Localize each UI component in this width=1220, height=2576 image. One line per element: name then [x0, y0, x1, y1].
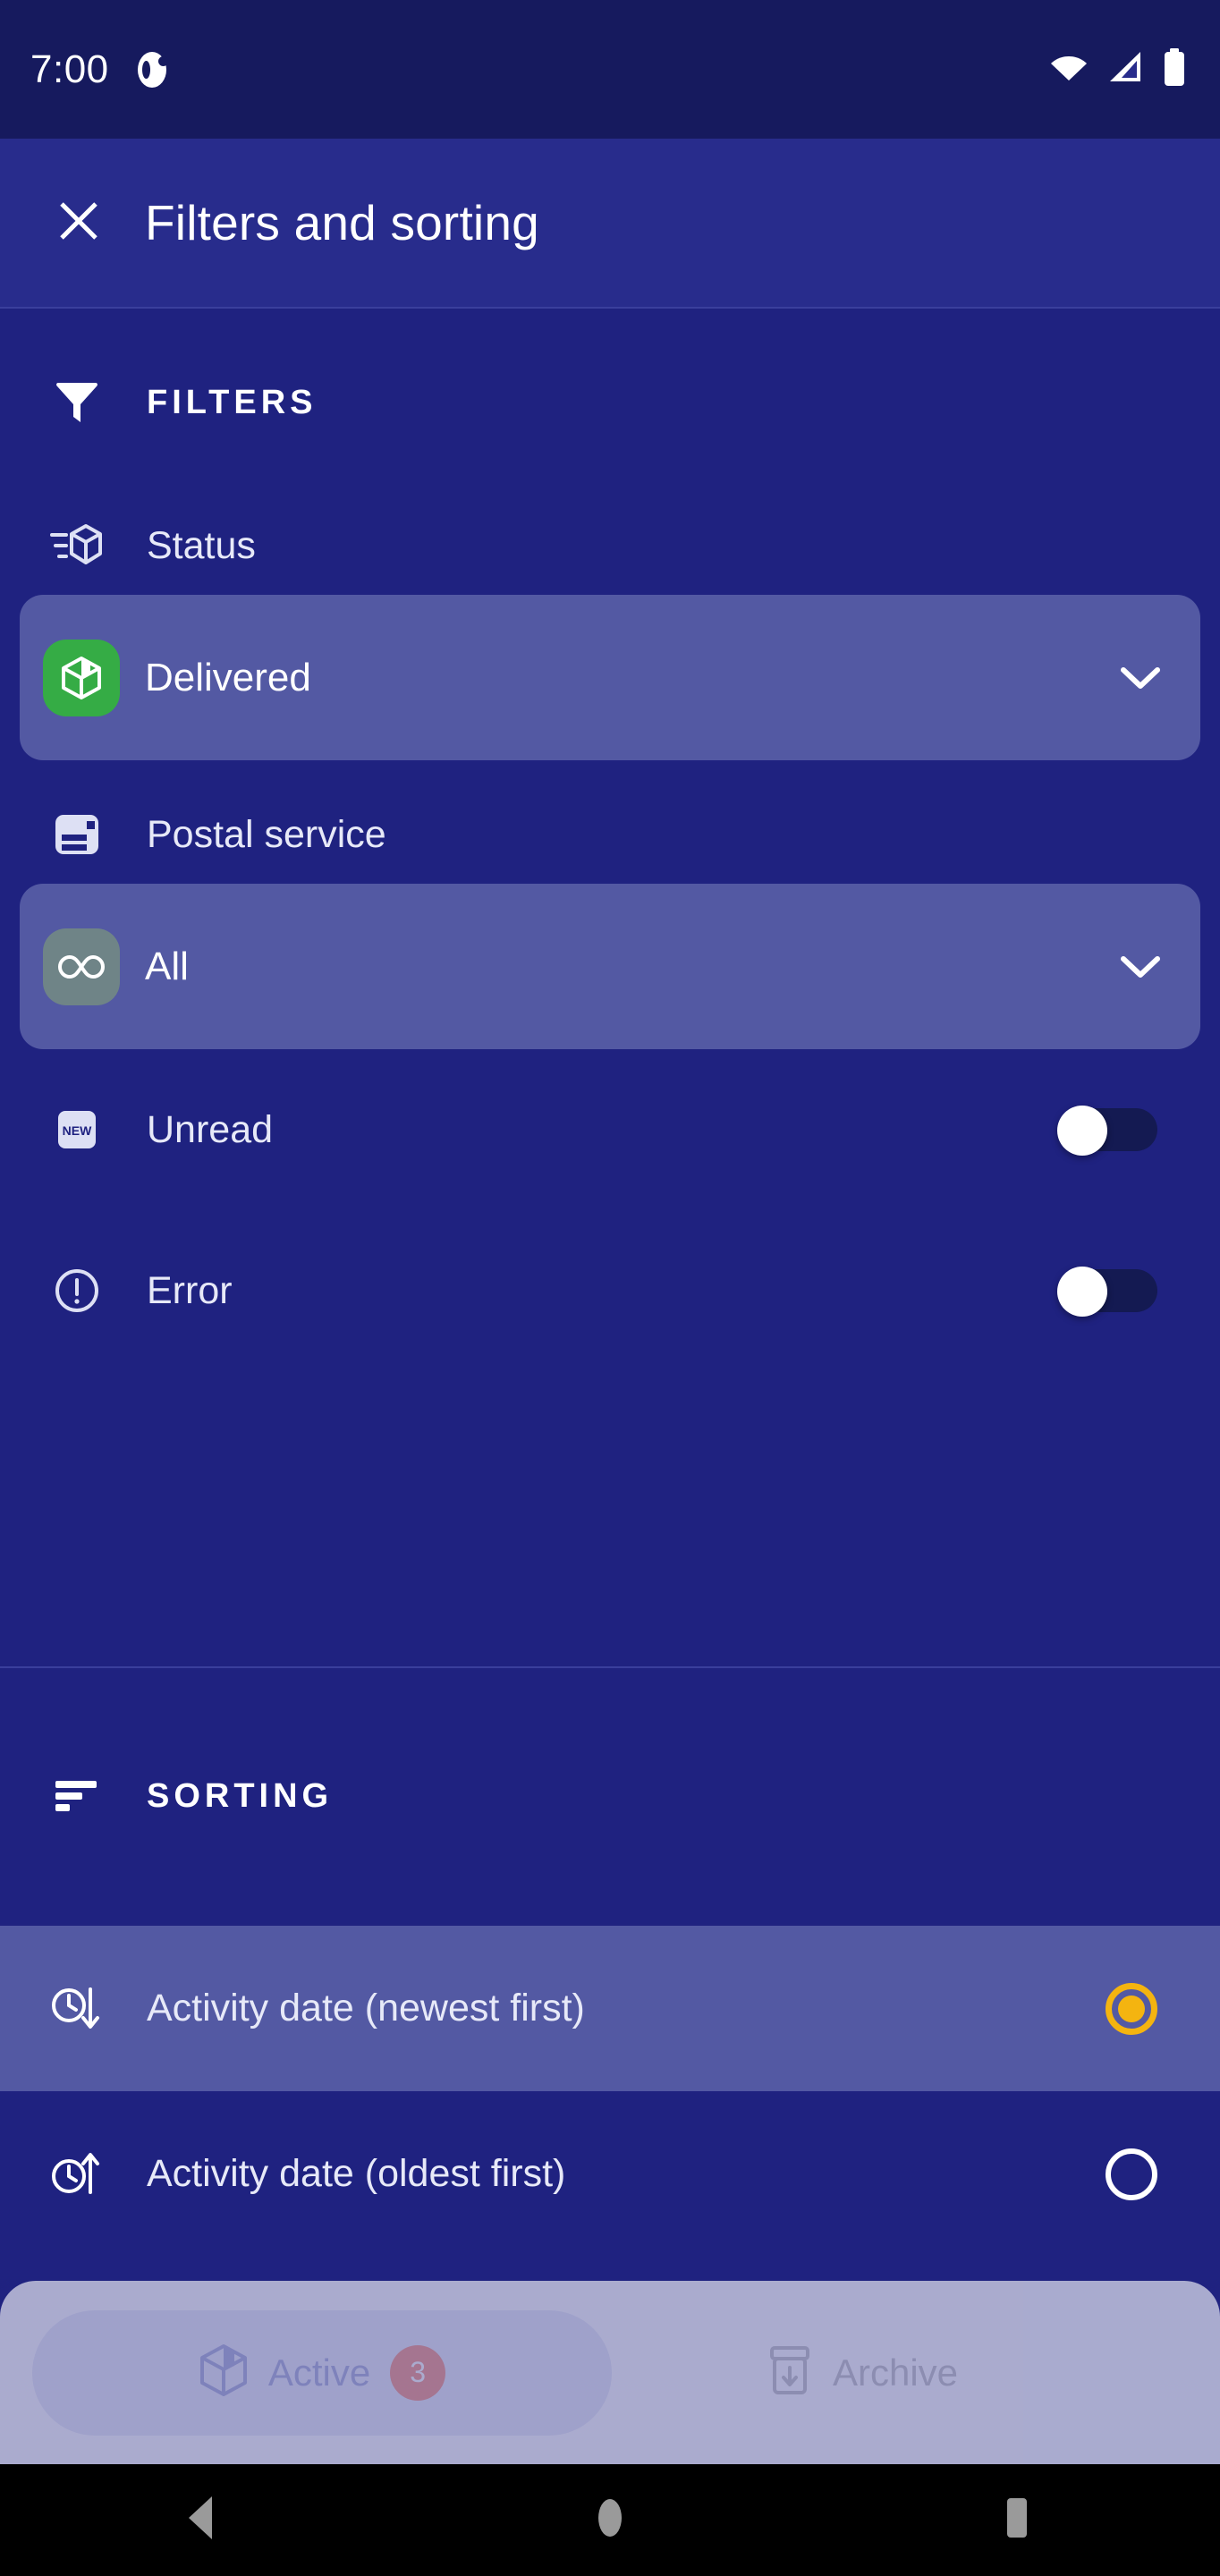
status-bar-clock: 7:00 — [30, 47, 109, 91]
status-bar: 7:00 — [0, 0, 1220, 139]
sort-option-newest-first-label: Activity date (newest first) — [147, 1987, 585, 2029]
toggle-thumb — [1057, 1106, 1107, 1156]
error-filter-row[interactable]: Error — [0, 1210, 1220, 1371]
radio-inner-dot — [1118, 1995, 1145, 2022]
sort-option-newest-first[interactable]: Activity date (newest first) — [0, 1926, 1220, 2091]
status-filter-label: Status — [147, 523, 256, 567]
filters-section-label: FILTERS — [147, 383, 318, 421]
postal-service-filter-label: Postal service — [147, 812, 386, 856]
app-notification-icon — [134, 51, 170, 88]
sort-option-oldest-first-label: Activity date (oldest first) — [147, 2152, 566, 2195]
sorting-section-label: SORTING — [147, 1776, 334, 1815]
status-filter-header: Status — [0, 496, 1220, 595]
chevron-down-icon[interactable] — [1120, 665, 1161, 691]
unread-filter-label: Unread — [147, 1107, 274, 1151]
postal-service-filter-value: All — [145, 944, 189, 988]
recents-square-icon[interactable] — [997, 2495, 1037, 2546]
package-status-icon — [30, 522, 123, 569]
postal-label-icon — [30, 811, 123, 858]
back-triangle-icon[interactable] — [183, 2495, 223, 2546]
error-filter-label: Error — [147, 1268, 233, 1312]
bottom-navigation-bar: Active 3 Archive — [0, 2281, 1220, 2464]
battery-icon — [1163, 48, 1186, 90]
filters-section-header: FILTERS — [0, 309, 1220, 496]
toggle-thumb — [1057, 1267, 1107, 1317]
package-outline-icon — [199, 2343, 249, 2402]
wifi-icon — [1050, 53, 1088, 86]
home-circle-icon[interactable] — [590, 2496, 630, 2544]
filters-section: FILTERS Status Delivered Postal service … — [0, 309, 1220, 1371]
funnel-icon — [30, 379, 123, 426]
close-icon — [56, 199, 101, 248]
postal-service-filter-dropdown[interactable]: All — [20, 884, 1200, 1049]
clock-arrow-down-icon — [30, 1984, 123, 2034]
bottom-nav-item-active[interactable]: Active 3 — [32, 2309, 612, 2436]
cellular-signal-icon — [1107, 51, 1143, 88]
status-bar-left: 7:00 — [30, 47, 170, 92]
package-box-icon — [43, 639, 120, 716]
bottom-nav-label-active: Active — [267, 2351, 371, 2394]
bottom-nav-label-archive: Archive — [832, 2351, 959, 2394]
bottom-nav-badge-active: 3 — [390, 2344, 446, 2401]
close-button[interactable] — [32, 176, 125, 269]
sort-descending-icon — [30, 1778, 123, 1814]
status-bar-right — [1050, 48, 1186, 90]
postal-service-filter-header: Postal service — [0, 785, 1220, 884]
clock-arrow-up-icon — [30, 2149, 123, 2199]
unread-toggle[interactable] — [1057, 1106, 1157, 1156]
status-filter-value: Delivered — [145, 655, 311, 699]
sort-radio-newest-first[interactable] — [1106, 1982, 1157, 2035]
app-bar: Filters and sorting — [0, 139, 1220, 309]
sorting-section: SORTING Activity date (newest first) Act… — [0, 1666, 1220, 2257]
svg-text:NEW: NEW — [63, 1123, 92, 1138]
status-filter-dropdown[interactable]: Delivered — [20, 595, 1200, 760]
infinity-icon — [43, 928, 120, 1005]
chevron-down-icon[interactable] — [1120, 954, 1161, 979]
new-badge-icon: NEW — [30, 1107, 123, 1152]
unread-filter-row[interactable]: NEW Unread — [0, 1049, 1220, 1210]
error-exclamation-icon — [30, 1267, 123, 1314]
error-toggle[interactable] — [1057, 1267, 1157, 1317]
sort-option-oldest-first[interactable]: Activity date (oldest first) — [0, 2091, 1220, 2257]
page-title: Filters and sorting — [145, 195, 539, 250]
bottom-nav-item-archive[interactable]: Archive — [612, 2310, 1113, 2436]
android-navigation-bar — [0, 2464, 1220, 2576]
sorting-section-header: SORTING — [0, 1666, 1220, 1926]
archive-box-icon — [767, 2344, 813, 2401]
sort-radio-oldest-first[interactable] — [1106, 2148, 1157, 2200]
